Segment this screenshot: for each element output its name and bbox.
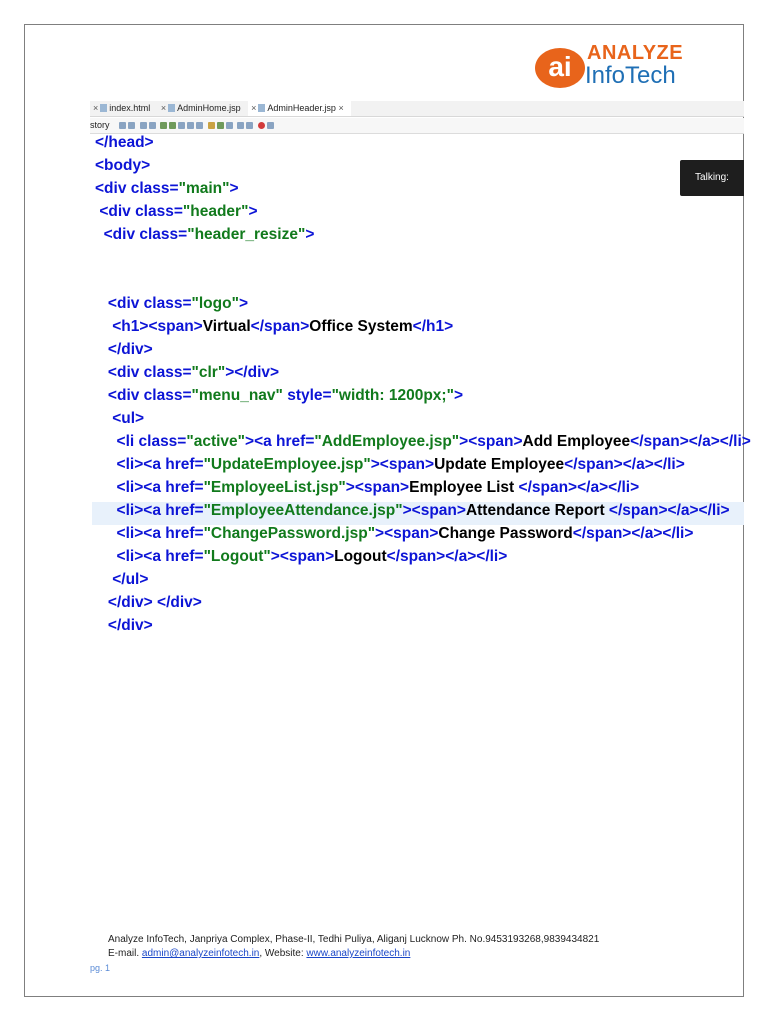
search-icon[interactable] <box>160 122 168 129</box>
email-label: E-mail. <box>108 948 142 959</box>
code-editor[interactable]: </head> <body> <div class="main"> <div cla… <box>92 134 751 640</box>
code-line: <div class="main"> <box>95 180 239 197</box>
shift-left-icon[interactable] <box>237 122 245 129</box>
page-number: pg. 1 <box>90 963 111 973</box>
close-icon[interactable]: × <box>336 103 343 113</box>
code-line: <div class="header"> <box>99 203 258 220</box>
prev-bookmark-icon[interactable] <box>225 122 233 129</box>
website-label: , Website: <box>259 948 307 959</box>
code-line: <li class="active"><a href="AddEmployee.… <box>116 433 751 450</box>
code-line: </div> </div> <box>107 594 202 611</box>
shift-right-icon[interactable] <box>246 122 254 129</box>
code-line: <ul> <box>112 410 145 427</box>
tab-label: AdminHome.jsp <box>177 103 241 113</box>
footer-contact: E-mail. admin@analyzeinfotech.in, Websit… <box>108 947 599 961</box>
tab-admin-home[interactable]: × AdminHome.jsp <box>158 101 246 116</box>
code-line: </div> <box>107 617 153 634</box>
stop-macro-icon[interactable] <box>266 122 274 129</box>
record-macro-icon[interactable] <box>257 122 265 129</box>
close-icon[interactable]: × <box>251 103 256 113</box>
page-footer: Analyze InfoTech, Janpriya Complex, Phas… <box>108 933 599 961</box>
code-line: </ul> <box>112 571 149 588</box>
code-line: <li><a href="UpdateEmployee.jsp"><span>U… <box>116 456 685 473</box>
code-line: <li><a href="EmployeeList.jsp"><span>Emp… <box>116 479 640 496</box>
tab-admin-header[interactable]: × AdminHeader.jsp × <box>248 101 351 116</box>
code-line: <li><a href="EmployeeAttendance.jsp"><sp… <box>92 502 744 525</box>
history-icon[interactable] <box>128 122 136 129</box>
tab-label: index.html <box>109 103 151 113</box>
code-line: <div class="logo"> <box>107 295 248 312</box>
code-line: <body> <box>95 157 151 174</box>
code-line: <div class="menu_nav" style="width: 1200… <box>107 387 463 404</box>
find-selection-icon[interactable] <box>187 122 195 129</box>
forward-icon[interactable] <box>148 122 156 129</box>
find-next-icon[interactable] <box>178 122 186 129</box>
email-link[interactable]: admin@analyzeinfotech.in <box>142 948 259 959</box>
code-line: <li><a href="ChangePassword.jsp"><span>C… <box>116 525 694 542</box>
back-icon[interactable] <box>139 122 147 129</box>
source-icon[interactable] <box>119 122 127 129</box>
file-icon <box>168 104 176 112</box>
tab-label: AdminHeader.jsp <box>267 103 336 113</box>
code-line: <div class="header_resize"> <box>103 226 315 243</box>
file-icon <box>258 104 266 112</box>
code-line: <div class="clr"></div> <box>107 364 280 381</box>
code-line: </div> <box>107 341 153 358</box>
file-icon <box>100 104 108 112</box>
code-line: <li><a href="Logout"><span>Logout</span>… <box>116 548 508 565</box>
code-line: </head> <box>95 134 154 151</box>
tab-index[interactable]: × index.html <box>90 101 155 116</box>
next-bookmark-icon[interactable] <box>216 122 224 129</box>
code-line: <h1><span>Virtual</span>Office System</h… <box>112 318 454 335</box>
logo-text-bottom: InfoTech <box>585 62 676 89</box>
history-tab[interactable]: story <box>90 120 110 130</box>
website-link[interactable]: www.analyzeinfotech.in <box>306 948 410 959</box>
talking-indicator: Talking: <box>680 160 744 196</box>
footer-address: Analyze InfoTech, Janpriya Complex, Phas… <box>108 934 600 945</box>
company-logo: ai ANALYZE InfoTech <box>535 40 705 92</box>
bookmark-icon[interactable] <box>207 122 215 129</box>
close-icon[interactable]: × <box>161 103 166 113</box>
find-prev-icon[interactable] <box>169 122 177 129</box>
close-icon[interactable]: × <box>93 103 98 113</box>
editor-tab-bar: × index.html × AdminHome.jsp × AdminHeader.… <box>90 101 744 117</box>
logo-mark: ai <box>535 48 585 88</box>
toggle-highlight-icon[interactable] <box>196 122 204 129</box>
editor-toolbar: story <box>90 118 744 134</box>
